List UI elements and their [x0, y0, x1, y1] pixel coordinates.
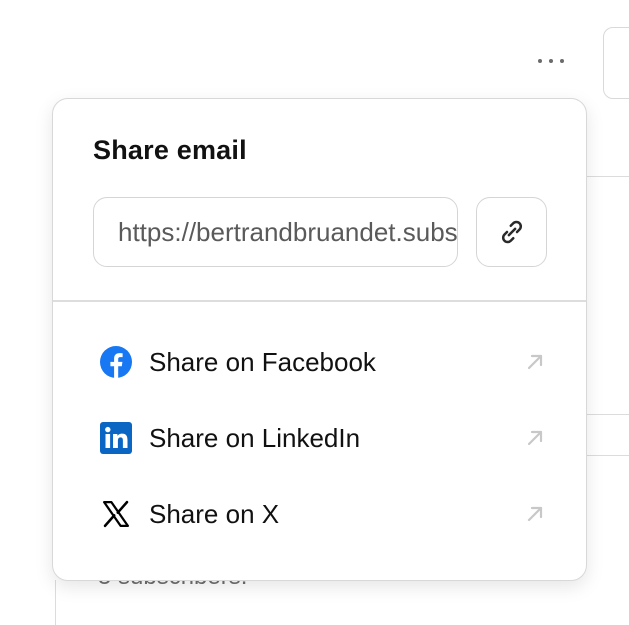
background-button[interactable]	[603, 27, 629, 99]
popover-divider	[53, 300, 586, 302]
dot	[560, 59, 564, 63]
share-url-input[interactable]	[93, 197, 458, 267]
share-popover: Share email Share on Facebook	[52, 98, 587, 581]
page: 5 subscribers. Share email Share on Face…	[0, 0, 629, 625]
share-x-label: Share on X	[149, 498, 280, 529]
external-arrow-icon	[522, 425, 548, 451]
link-icon	[501, 220, 522, 244]
external-arrow-icon	[522, 501, 548, 527]
external-arrow-icon	[522, 349, 548, 375]
more-options-icon[interactable]	[536, 52, 566, 70]
share-facebook-item[interactable]: Share on Facebook	[93, 337, 548, 387]
background-divider	[586, 176, 629, 177]
dot	[538, 59, 542, 63]
share-x-item[interactable]: Share on X	[93, 489, 548, 539]
dot	[549, 59, 553, 63]
linkedin-icon	[99, 421, 133, 455]
background-border	[55, 580, 56, 625]
facebook-icon	[99, 345, 133, 379]
x-icon	[99, 497, 133, 531]
share-linkedin-item[interactable]: Share on LinkedIn	[93, 413, 548, 463]
share-facebook-label: Share on Facebook	[149, 346, 376, 377]
popover-title: Share email	[93, 135, 247, 165]
background-divider	[586, 414, 629, 415]
copy-link-button[interactable]	[476, 197, 547, 267]
share-linkedin-label: Share on LinkedIn	[149, 422, 361, 453]
background-divider	[586, 455, 629, 456]
